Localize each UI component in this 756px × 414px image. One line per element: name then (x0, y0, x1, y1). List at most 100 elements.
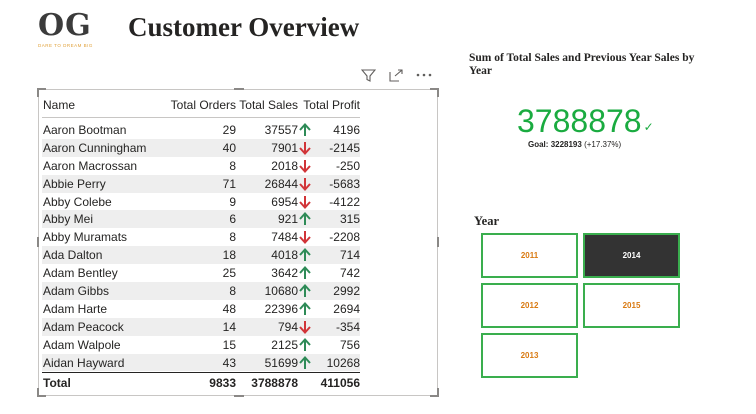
focus-mode-icon[interactable] (388, 68, 404, 82)
table-row[interactable]: Adam Bentley 25 3642 742 (42, 264, 360, 282)
profit-value: -2145 (329, 140, 360, 155)
cell-name: Aaron Bootman (43, 122, 127, 137)
table-row[interactable]: Aaron Cunningham 40 7901 -2145 (42, 138, 360, 157)
arrow-down-icon (298, 159, 312, 173)
cell-total-sales: 921 (277, 212, 298, 227)
cell-total-orders: 8 (229, 158, 236, 173)
arrow-down-icon (298, 177, 312, 191)
cell-name: Abby Colebe (43, 194, 112, 209)
page-title: Customer Overview (128, 12, 360, 42)
table-row[interactable]: Aaron Bootman 29 37557 4196 (42, 121, 360, 139)
profit-value: 10268 (326, 355, 360, 370)
cell-total-sales: 10680 (264, 283, 298, 298)
cell-name: Adam Harte (43, 301, 108, 316)
profit-value: 742 (339, 266, 360, 281)
year-tile-2011[interactable]: 2011 (481, 233, 578, 278)
customer-table: Name Total Orders Total Sales Total Prof… (42, 90, 360, 395)
cell-name: Adam Gibbs (43, 283, 110, 298)
arrow-up-icon (298, 283, 312, 298)
cell-total-sales: 2018 (271, 158, 298, 173)
cell-total-orders: 43 (222, 355, 236, 370)
cell-name: Aaron Cunningham (43, 140, 147, 155)
arrow-down-icon (298, 320, 312, 334)
profit-value: 2992 (333, 283, 360, 298)
table-header: Name Total Orders Total Sales Total Prof… (42, 93, 360, 118)
visual-header (360, 68, 432, 82)
cell-total-orders: 48 (222, 301, 236, 316)
logo-mark: OG (38, 8, 92, 43)
cell-total-sales: 794 (277, 319, 298, 334)
cell-total-sales: 51699 (264, 355, 298, 370)
arrow-down-icon (298, 230, 312, 245)
cell-name: Aaron Macrossan (43, 158, 138, 173)
cell-total-orders: 9 (229, 194, 236, 209)
table-row[interactable]: Abbie Perry 71 26844 -5683 (42, 174, 360, 193)
resize-handle-top-right[interactable] (430, 88, 439, 97)
logo-tagline: DARE TO DREAM BIG (38, 43, 93, 48)
cell-name: Adam Bentley (43, 266, 118, 281)
resize-handle-right[interactable] (437, 237, 439, 247)
column-header-total-sales[interactable]: Total Sales (236, 98, 298, 112)
profit-value: 714 (339, 248, 360, 263)
year-tile-2013[interactable]: 2013 (481, 333, 578, 378)
year-slicer-title: Year (474, 214, 499, 228)
arrow-down-icon (298, 195, 312, 209)
cell-total-profit: -354 (298, 320, 360, 334)
cell-name: Ada Dalton (43, 248, 103, 263)
profit-value: 4196 (333, 122, 360, 137)
customer-table-visual[interactable]: Name Total Orders Total Sales Total Prof… (37, 88, 439, 397)
table-row[interactable]: Adam Gibbs 8 10680 2992 (42, 282, 360, 300)
cell-name: Abbie Perry (43, 176, 106, 191)
column-header-total-orders[interactable]: Total Orders (164, 98, 236, 112)
table-row[interactable]: Abby Mei 6 921 315 (42, 210, 360, 229)
cell-total-orders: 14 (222, 319, 236, 334)
year-tile-2014[interactable]: 2014 (583, 233, 680, 278)
profit-value: -250 (335, 158, 360, 173)
column-header-total-profit[interactable]: Total Profit (298, 98, 360, 112)
cell-total-orders: 18 (222, 248, 236, 263)
table-row[interactable]: Adam Peacock 14 794 -354 (42, 317, 360, 336)
table-row[interactable]: Aidan Hayward 43 51699 10268 (42, 353, 360, 372)
kpi-value: 3788878 (517, 103, 642, 139)
resize-handle-bottom-right[interactable] (430, 388, 439, 397)
arrow-up-icon (298, 301, 312, 316)
table-row[interactable]: Abby Colebe 9 6954 -4122 (42, 193, 360, 211)
arrow-up-icon (298, 122, 312, 137)
cell-total-profit: -4122 (298, 195, 360, 209)
kpi-goal: Goal: 3228193 (+17.37%) (528, 140, 621, 149)
arrow-up-icon (298, 248, 312, 262)
cell-total-sales: 7901 (271, 140, 298, 155)
arrow-up-icon (298, 337, 312, 352)
table-body: Aaron Bootman 29 37557 4196 Aaron Cunningham… (42, 121, 360, 373)
cell-total-sales: 4018 (271, 248, 298, 263)
table-row[interactable]: Ada Dalton 18 4018 714 (42, 246, 360, 265)
table-row[interactable]: Abby Muramats 8 7484 -2208 (42, 228, 360, 246)
profit-value: 756 (339, 337, 360, 352)
column-header-name[interactable]: Name (42, 98, 164, 112)
kpi-goal-delta: (+17.37%) (584, 140, 622, 149)
cell-total-profit: 2694 (298, 302, 360, 316)
kpi-goal-label: Goal: (528, 140, 549, 149)
cell-total-profit: -5683 (298, 177, 360, 191)
cell-total-sales: 7484 (271, 230, 298, 245)
table-total-row: Total 9833 3788878 411056 (42, 372, 360, 393)
profit-value: -5683 (329, 176, 360, 191)
cell-name: Adam Walpole (43, 337, 121, 352)
resize-handle-left[interactable] (37, 237, 39, 247)
cell-total-profit: 315 (298, 212, 360, 226)
more-options-icon[interactable] (416, 68, 432, 82)
profit-value: -4122 (329, 194, 360, 209)
cell-total-orders: 15 (222, 337, 236, 352)
year-tile-2012[interactable]: 2012 (481, 283, 578, 328)
cell-total-orders: 8 (229, 230, 236, 245)
profit-value: 315 (339, 212, 360, 227)
cell-total-sales: 37557 (264, 122, 298, 137)
year-tile-2015[interactable]: 2015 (583, 283, 680, 328)
table-row[interactable]: Adam Harte 48 22396 2694 (42, 300, 360, 318)
table-row[interactable]: Adam Walpole 15 2125 756 (42, 336, 360, 354)
kpi-card[interactable]: 3788878 ✓ (517, 103, 654, 140)
cell-name: Aidan Hayward (43, 355, 125, 370)
table-row[interactable]: Aaron Macrossan 8 2018 -250 (42, 157, 360, 175)
filter-icon[interactable] (360, 68, 376, 82)
resize-handle-bottom[interactable] (234, 395, 244, 397)
